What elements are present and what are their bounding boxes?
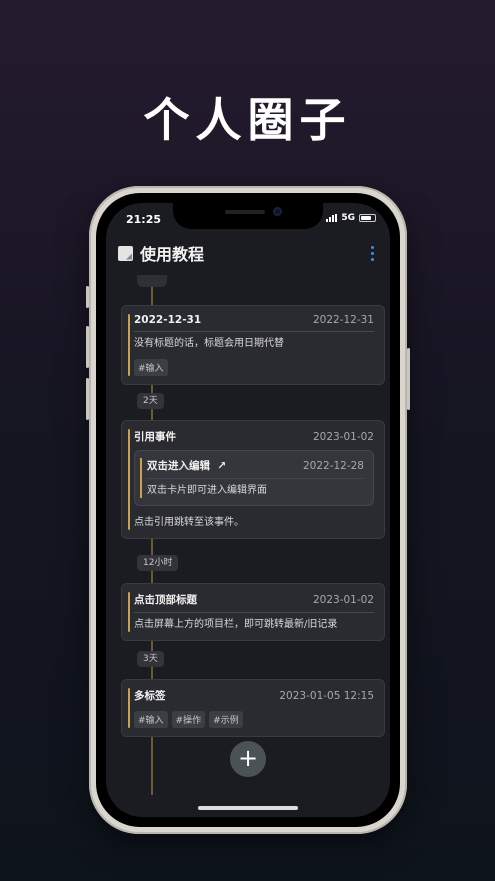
event-card[interactable]: 点击顶部标题 2023-01-02 点击屏幕上方的项目栏，即可跳转最新/旧记录 bbox=[121, 583, 385, 641]
volume-up-button bbox=[86, 326, 89, 368]
app-bar: 使用教程 bbox=[106, 231, 390, 275]
quoted-event-card[interactable]: 双击进入编辑 ↗ 2022-12-28 双击卡片即可进入编辑界面 bbox=[134, 450, 374, 506]
card-body: 没有标题的话，标题会用日期代替 bbox=[134, 338, 284, 349]
tag[interactable]: #操作 bbox=[171, 711, 206, 728]
power-button bbox=[407, 348, 410, 410]
card-date: 2022-12-31 bbox=[312, 314, 374, 326]
tag[interactable]: #输入 bbox=[134, 711, 168, 728]
signal-icon bbox=[326, 214, 338, 222]
time-gap-label: 12小时 bbox=[137, 555, 179, 571]
divider bbox=[134, 331, 374, 332]
card-body: 点击屏幕上方的项目栏，即可跳转最新/旧记录 bbox=[134, 619, 338, 630]
quoted-date: 2022-12-28 bbox=[302, 459, 364, 472]
status-time: 21:25 bbox=[126, 213, 162, 226]
camera-icon bbox=[273, 207, 282, 216]
timeline-top-pill bbox=[137, 275, 167, 287]
divider bbox=[134, 612, 374, 613]
time-gap-label: 3天 bbox=[137, 651, 164, 667]
card-body: 点击引用跳转至该事件。 bbox=[134, 517, 244, 528]
notch bbox=[173, 203, 323, 229]
divider bbox=[147, 478, 364, 479]
headline: 个人圈子 bbox=[143, 93, 352, 147]
card-title: 2022-12-31 bbox=[134, 314, 202, 326]
mute-switch bbox=[86, 286, 89, 308]
quoted-title: 双击进入编辑 bbox=[147, 460, 210, 472]
event-card[interactable]: 2022-12-31 2022-12-31 没有标题的话，标题会用日期代替 #输… bbox=[121, 305, 385, 385]
time-gap-label: 2天 bbox=[137, 393, 164, 409]
card-date: 2023-01-02 bbox=[312, 593, 374, 606]
volume-down-button bbox=[86, 378, 89, 420]
card-title: 引用事件 bbox=[134, 431, 176, 443]
link-arrow-icon: ↗ bbox=[217, 460, 227, 472]
phone-frame: 21:25 5G 使用教程 2022-12-31 2022-12-31 没有标题… bbox=[86, 186, 410, 834]
network-label: 5G bbox=[341, 213, 355, 223]
quoted-body: 双击卡片即可进入编辑界面 bbox=[147, 485, 267, 496]
more-menu-icon[interactable] bbox=[367, 244, 378, 263]
card-title: 点击顶部标题 bbox=[134, 594, 197, 606]
tag[interactable]: #示例 bbox=[209, 711, 243, 728]
project-title[interactable]: 使用教程 bbox=[140, 241, 204, 265]
home-indicator[interactable] bbox=[198, 806, 298, 810]
card-title: 多标签 bbox=[134, 690, 166, 702]
app-screen: 21:25 5G 使用教程 2022-12-31 2022-12-31 没有标题… bbox=[106, 203, 390, 817]
card-date: 2023-01-05 12:15 bbox=[279, 689, 374, 702]
card-date: 2023-01-02 bbox=[312, 430, 374, 443]
event-card[interactable]: 引用事件 2023-01-02 双击进入编辑 ↗ 2022-12-28 双击卡片… bbox=[121, 420, 385, 539]
tag[interactable]: #输入 bbox=[134, 359, 168, 376]
notebook-icon bbox=[118, 245, 133, 261]
add-event-button[interactable]: + bbox=[230, 741, 266, 777]
battery-icon bbox=[359, 214, 376, 222]
event-card[interactable]: 多标签 2023-01-05 12:15 #输入 #操作 #示例 bbox=[121, 679, 385, 737]
